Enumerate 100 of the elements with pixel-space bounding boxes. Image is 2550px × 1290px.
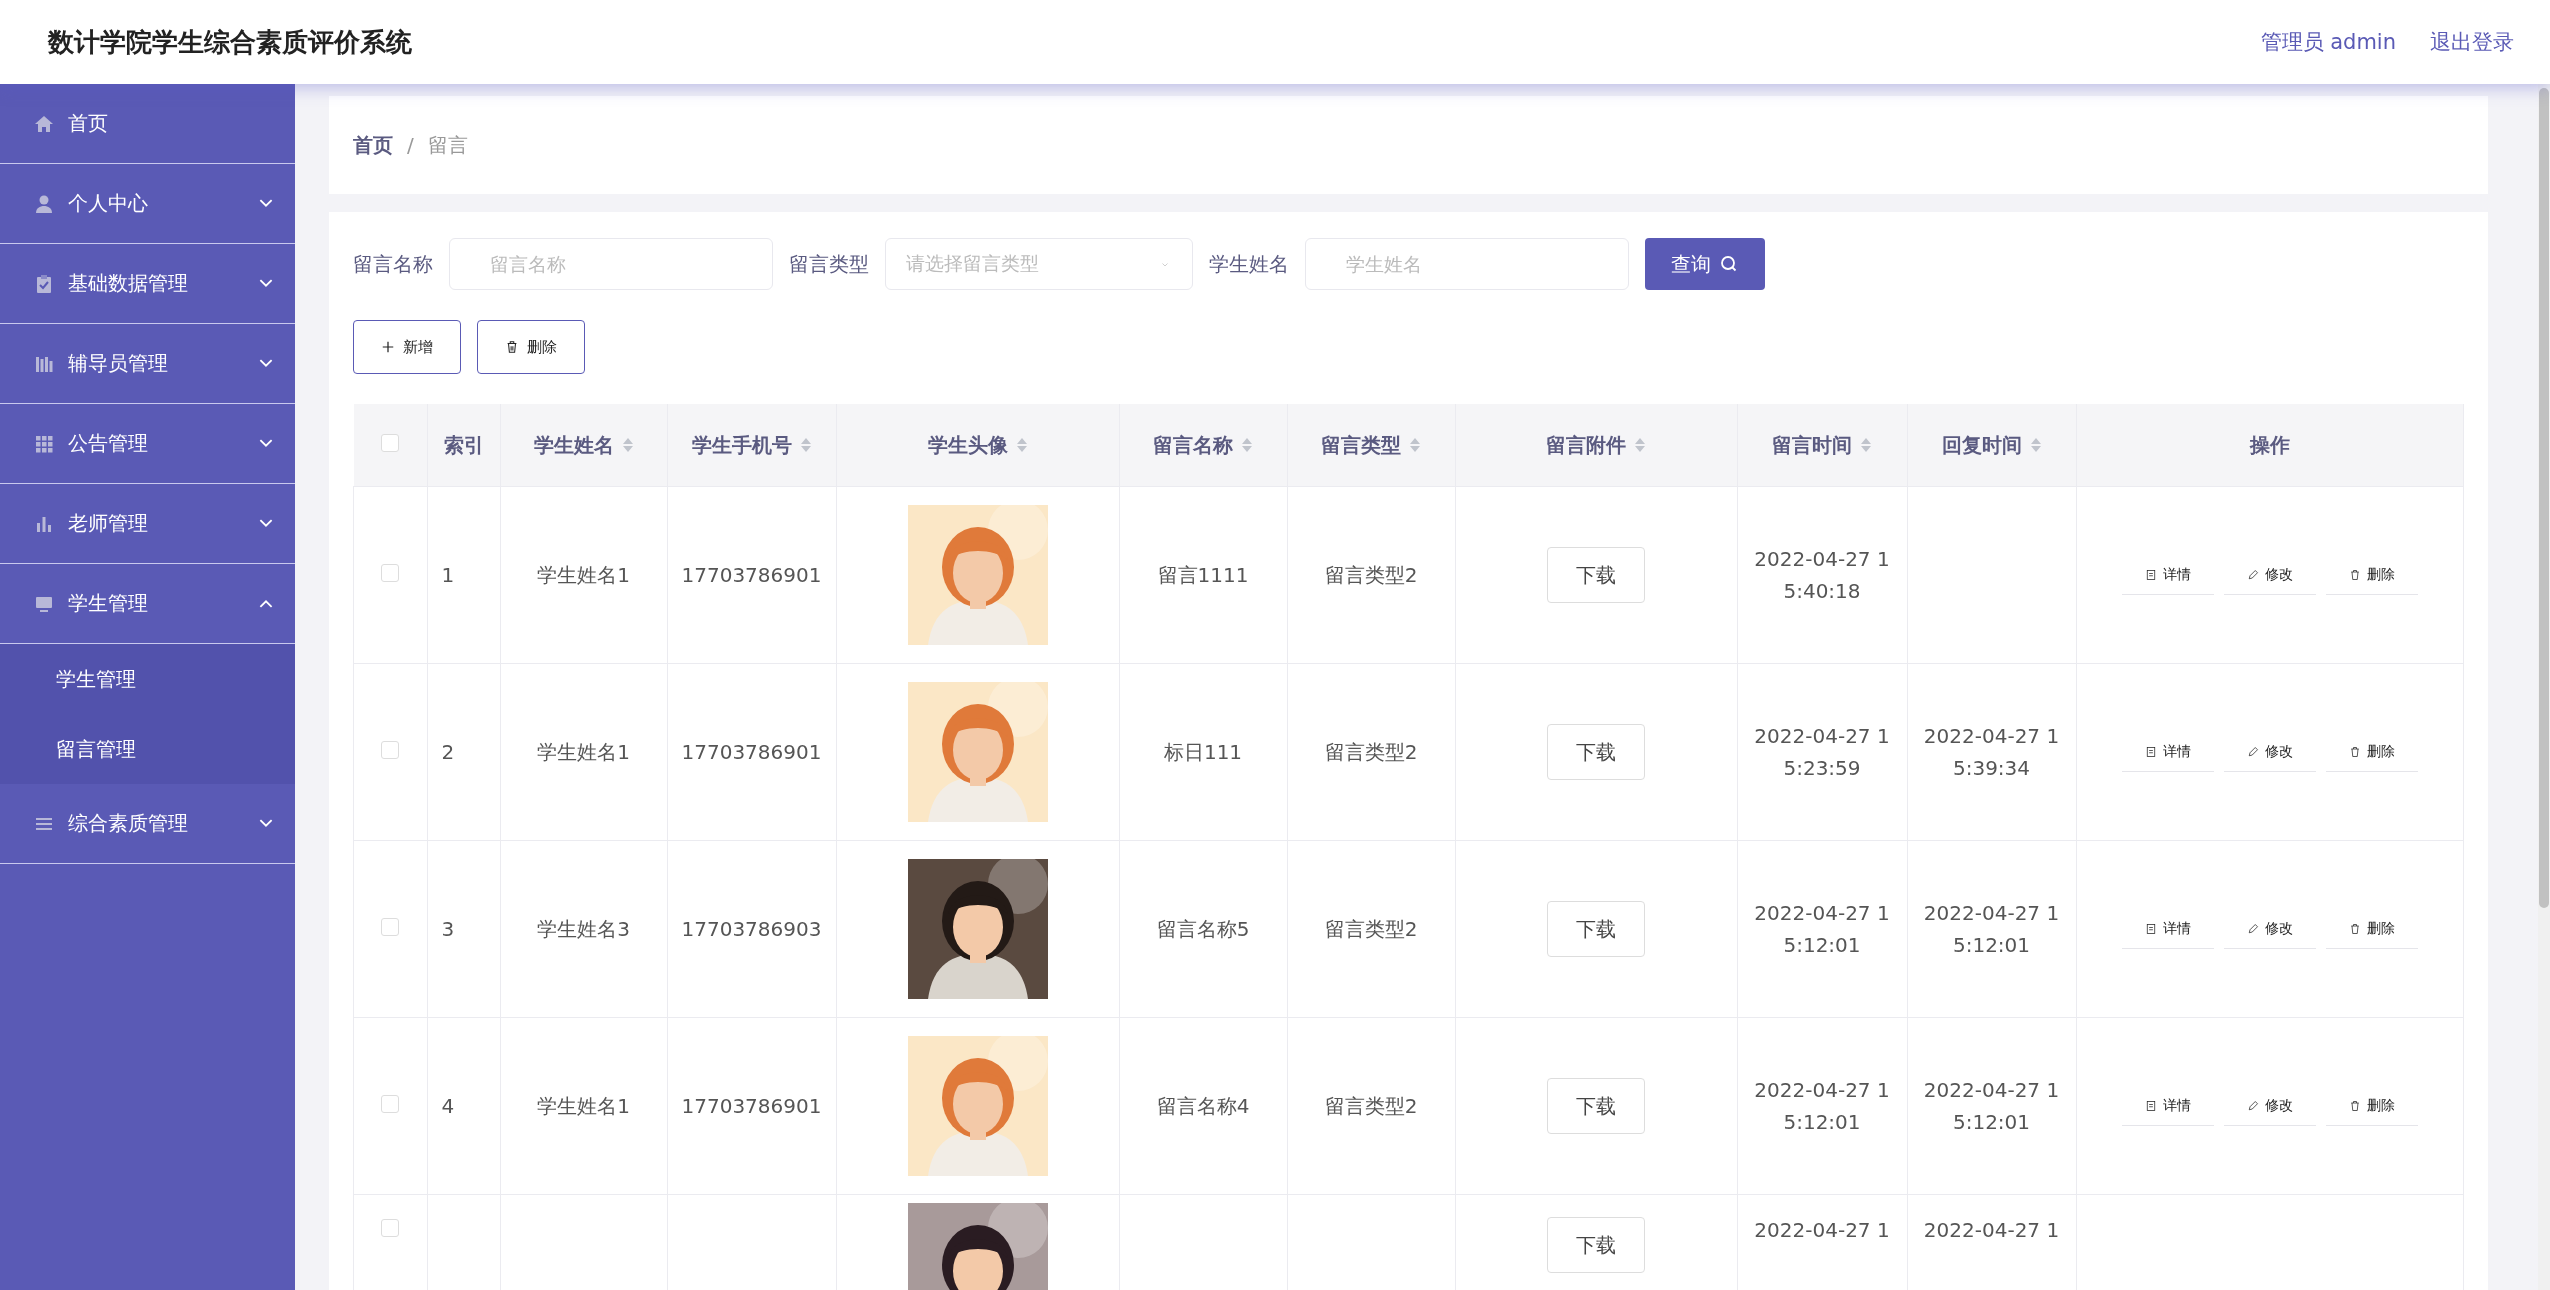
sidebar-item[interactable]: 综合素质管理 bbox=[0, 784, 295, 864]
column-header[interactable]: 留言名称 bbox=[1153, 431, 1233, 459]
scrollbar[interactable] bbox=[2538, 84, 2550, 1290]
select-all-checkbox[interactable] bbox=[381, 434, 399, 452]
app-title: 数计学院学生综合素质评价系统 bbox=[48, 25, 412, 59]
trash-icon bbox=[2348, 568, 2361, 581]
download-button[interactable]: 下载 bbox=[1547, 1078, 1645, 1134]
table-cell: 留言类型2 bbox=[1324, 740, 1418, 764]
table-cell: 留言类型2 bbox=[1324, 1094, 1418, 1118]
grid-icon bbox=[34, 433, 54, 454]
breadcrumb-current: 留言 bbox=[427, 131, 468, 159]
pencil-icon bbox=[2246, 1099, 2259, 1112]
pencil-icon bbox=[2246, 745, 2259, 758]
pencil-icon bbox=[2246, 922, 2259, 935]
sidebar-item[interactable]: 老师管理 bbox=[0, 484, 295, 564]
column-header[interactable]: 学生头像 bbox=[927, 431, 1008, 459]
plus-icon bbox=[381, 340, 395, 354]
admin-user-label: 管理员 admin bbox=[2260, 29, 2396, 56]
pencil-icon bbox=[2246, 568, 2259, 581]
table-cell: 17703786901 bbox=[681, 563, 822, 587]
table-cell: 留言1111 bbox=[1157, 563, 1249, 587]
field-label: 学生姓名 bbox=[1209, 250, 1289, 278]
home-icon bbox=[34, 113, 54, 134]
sidebar-item[interactable]: 基础数据管理 bbox=[0, 244, 295, 324]
sidebar-item[interactable]: 首页 bbox=[0, 84, 295, 164]
row-checkbox[interactable] bbox=[381, 1219, 400, 1237]
download-button[interactable]: 下载 bbox=[1547, 901, 1645, 957]
table-cell: 学生姓名1 bbox=[537, 563, 630, 587]
sort-icon bbox=[2029, 436, 2042, 454]
sidebar-subitem[interactable]: 留言管理 bbox=[0, 714, 295, 784]
row-checkbox[interactable] bbox=[381, 1095, 400, 1113]
table-cell: 2022-04-27 15:40:18 bbox=[1754, 547, 1890, 603]
detail-icon bbox=[2144, 922, 2157, 935]
table-cell: 2022-04-27 15:12:01 bbox=[1923, 1078, 2060, 1134]
row-checkbox[interactable] bbox=[381, 564, 400, 582]
table-cell: 2022-04-27 1 bbox=[1754, 1218, 1890, 1242]
sidebar-item[interactable]: 辅导员管理 bbox=[0, 324, 295, 404]
sort-icon bbox=[1015, 436, 1028, 454]
column-header[interactable]: 操作 bbox=[2249, 431, 2290, 459]
table-cell: 留言类型2 bbox=[1324, 563, 1418, 587]
input-field[interactable]: 留言名称 bbox=[449, 238, 773, 290]
detail-icon bbox=[2144, 745, 2157, 758]
table-cell: 2022-04-27 15:23:59 bbox=[1754, 724, 1890, 780]
logout-link[interactable]: 退出登录 bbox=[2430, 28, 2514, 56]
table-cell: 标日111 bbox=[1163, 740, 1243, 764]
table-cell: 留言名称5 bbox=[1156, 917, 1250, 941]
field-label: 留言类型 bbox=[789, 250, 869, 278]
column-header[interactable]: 留言时间 bbox=[1772, 431, 1852, 459]
sort-icon bbox=[1860, 436, 1872, 454]
column-header[interactable]: 回复时间 bbox=[1941, 431, 2022, 459]
row-checkbox[interactable] bbox=[381, 918, 400, 936]
table-cell: 学生姓名1 bbox=[537, 1094, 630, 1118]
table-cell: 4 bbox=[441, 1094, 455, 1118]
download-button[interactable]: 下载 bbox=[1547, 1217, 1645, 1273]
table-cell: 学生姓名1 bbox=[537, 740, 630, 764]
table-cell: 2022-04-27 15:39:34 bbox=[1923, 724, 2060, 780]
table-cell: 17703786903 bbox=[681, 917, 822, 941]
trash-icon bbox=[2348, 922, 2361, 935]
sort-icon bbox=[621, 436, 634, 454]
sidebar-item[interactable]: 公告管理 bbox=[0, 404, 295, 484]
table-cell: 留言名称4 bbox=[1156, 1094, 1250, 1118]
input-field[interactable]: 学生姓名 bbox=[1305, 238, 1629, 290]
download-button[interactable]: 下载 bbox=[1547, 724, 1645, 780]
detail-icon bbox=[2144, 1099, 2157, 1112]
table-cell: 2022-04-27 15:12:01 bbox=[1754, 901, 1890, 957]
column-header[interactable]: 留言附件 bbox=[1546, 431, 1626, 459]
trash-icon bbox=[2348, 1099, 2361, 1112]
table-cell: 3 bbox=[441, 917, 455, 941]
table-cell: 2022-04-27 15:12:01 bbox=[1923, 901, 2060, 957]
table-cell: 2022-04-27 15:12:01 bbox=[1754, 1078, 1890, 1134]
column-header[interactable]: 索引 bbox=[443, 431, 484, 459]
clipboard-icon bbox=[34, 273, 54, 294]
table-cell: 1 bbox=[441, 563, 455, 587]
table-cell: 留言类型2 bbox=[1324, 917, 1418, 941]
table-cell: 2022-04-27 1 bbox=[1923, 1218, 2060, 1242]
column-header[interactable]: 留言类型 bbox=[1321, 431, 1401, 459]
table-cell: 17703786901 bbox=[681, 1094, 822, 1118]
detail-icon bbox=[2144, 568, 2157, 581]
table-cell: 2 bbox=[441, 740, 455, 764]
search-icon bbox=[1719, 254, 1739, 274]
trash-icon bbox=[505, 340, 519, 354]
breadcrumb-link[interactable]: 首页 bbox=[353, 131, 393, 159]
table-cell: 学生姓名3 bbox=[537, 917, 630, 941]
table-cell: 17703786901 bbox=[681, 740, 822, 764]
add-button[interactable]: 新增 bbox=[353, 320, 461, 374]
sidebar-subitem[interactable]: 学生管理 bbox=[0, 644, 295, 714]
sort-icon bbox=[799, 436, 812, 454]
sort-icon bbox=[1241, 436, 1253, 454]
search-button[interactable]: 查询 bbox=[1645, 238, 1765, 290]
row-checkbox[interactable] bbox=[381, 741, 400, 759]
download-button[interactable]: 下载 bbox=[1547, 547, 1645, 603]
sort-icon bbox=[1634, 436, 1646, 454]
delete-button[interactable]: 删除 bbox=[477, 320, 585, 374]
sort-icon bbox=[1409, 436, 1421, 454]
trash-icon bbox=[2348, 745, 2361, 758]
breadcrumb-separator: / bbox=[407, 133, 414, 157]
person-icon bbox=[34, 193, 54, 214]
field-label: 留言名称 bbox=[353, 250, 433, 278]
sidebar-item[interactable]: 个人中心 bbox=[0, 164, 295, 244]
column-header[interactable]: 学生姓名 bbox=[533, 431, 614, 459]
